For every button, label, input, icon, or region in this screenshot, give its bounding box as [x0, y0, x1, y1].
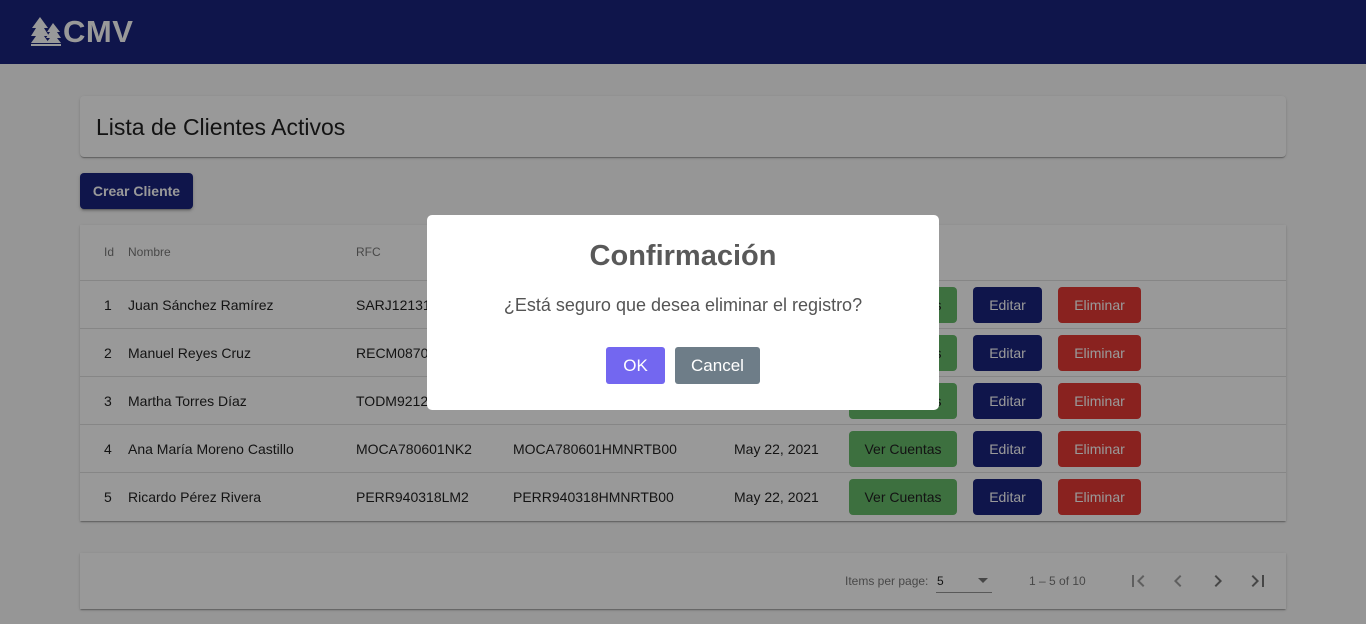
confirmation-dialog: Confirmación ¿Está seguro que desea elim… — [427, 215, 939, 410]
ok-button[interactable]: OK — [606, 347, 665, 384]
dialog-message: ¿Está seguro que desea eliminar el regis… — [503, 295, 863, 315]
dialog-title: Confirmación — [589, 240, 777, 272]
cancel-button[interactable]: Cancel — [675, 347, 760, 384]
